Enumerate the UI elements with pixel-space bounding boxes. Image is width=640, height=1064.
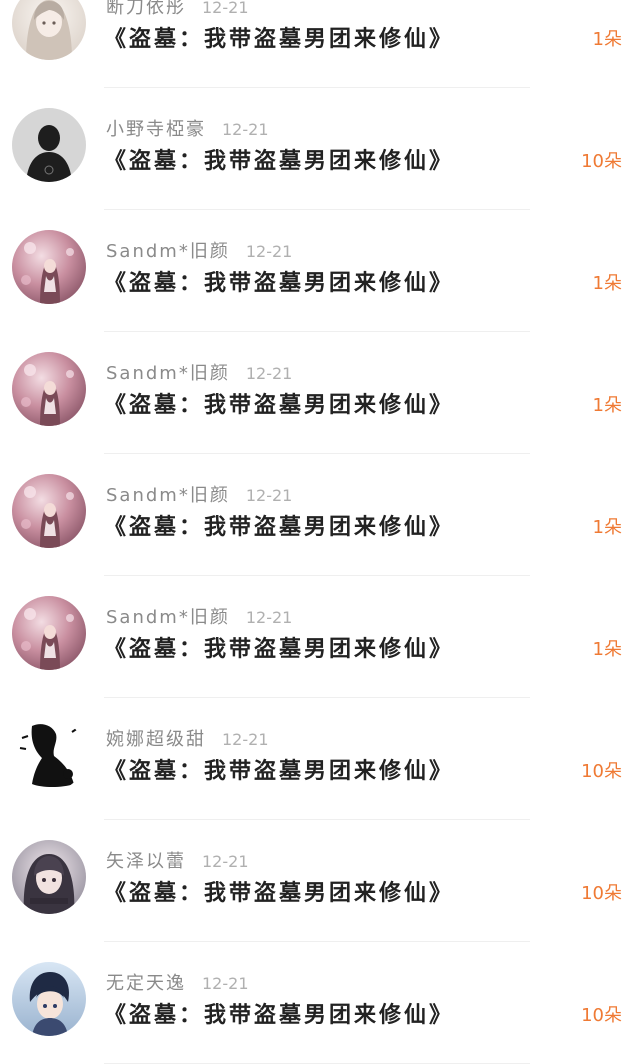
- gift-amount: 1朵: [592, 517, 622, 538]
- book-title[interactable]: 《盗墓：我带盗墓男团来修仙》: [104, 390, 454, 420]
- avatar[interactable]: [12, 718, 86, 792]
- gift-amount: 10朵: [581, 883, 622, 904]
- meta-line: Sandm*旧颜 12-21: [106, 604, 292, 632]
- meta-line: 断刀依彤 12-21: [106, 0, 249, 22]
- meta-line: 矢泽以蕾 12-21: [106, 848, 249, 876]
- gift-amount: 10朵: [581, 761, 622, 782]
- date: 12-21: [222, 120, 269, 139]
- gift-amount: 10朵: [581, 1005, 622, 1026]
- meta-line: 无定天逸 12-21: [106, 970, 249, 998]
- list-item[interactable]: Sandm*旧颜 12-21 《盗墓：我带盗墓男团来修仙》 1朵: [0, 576, 640, 698]
- username[interactable]: Sandm*旧颜: [106, 241, 230, 262]
- meta-line: Sandm*旧颜 12-21: [106, 238, 292, 266]
- list-item[interactable]: 断刀依彤 12-21 《盗墓：我带盗墓男团来修仙》 1朵: [0, 0, 640, 88]
- meta-line: Sandm*旧颜 12-21: [106, 360, 292, 388]
- date: 12-21: [245, 242, 293, 261]
- avatar[interactable]: [12, 962, 86, 1036]
- avatar[interactable]: [12, 230, 86, 304]
- date: 12-21: [245, 486, 293, 505]
- meta-line: 小野寺椏豪 12-21: [106, 116, 269, 144]
- avatar[interactable]: [12, 596, 86, 670]
- gift-amount: 10朵: [581, 151, 622, 172]
- list-item[interactable]: Sandm*旧颜 12-21 《盗墓：我带盗墓男团来修仙》 1朵: [0, 332, 640, 454]
- meta-line: 婉娜超级甜 12-21: [106, 726, 269, 754]
- meta-line: Sandm*旧颜 12-21: [106, 482, 292, 510]
- gift-amount: 1朵: [592, 395, 622, 416]
- list-item[interactable]: Sandm*旧颜 12-21 《盗墓：我带盗墓男团来修仙》 1朵: [0, 210, 640, 332]
- username[interactable]: 无定天逸: [106, 973, 186, 994]
- username[interactable]: 断刀依彤: [106, 0, 186, 18]
- date: 12-21: [245, 364, 293, 383]
- avatar[interactable]: [12, 474, 86, 548]
- username[interactable]: Sandm*旧颜: [106, 607, 230, 628]
- book-title[interactable]: 《盗墓：我带盗墓男团来修仙》: [104, 268, 454, 298]
- avatar[interactable]: [12, 840, 86, 914]
- book-title[interactable]: 《盗墓：我带盗墓男团来修仙》: [104, 756, 454, 786]
- date: 12-21: [222, 730, 269, 749]
- date: 12-21: [202, 974, 249, 993]
- gift-amount: 1朵: [592, 273, 622, 294]
- gift-list: 断刀依彤 12-21 《盗墓：我带盗墓男团来修仙》 1朵 小野寺椏豪 12-21 《…: [0, 0, 640, 1064]
- username[interactable]: 矢泽以蕾: [106, 851, 186, 872]
- gift-amount: 1朵: [592, 639, 622, 660]
- book-title[interactable]: 《盗墓：我带盗墓男团来修仙》: [104, 146, 454, 176]
- date: 12-21: [202, 0, 249, 17]
- book-title[interactable]: 《盗墓：我带盗墓男团来修仙》: [104, 878, 454, 908]
- avatar[interactable]: [12, 0, 86, 60]
- list-item[interactable]: 婉娜超级甜 12-21 《盗墓：我带盗墓男团来修仙》 10朵: [0, 698, 640, 820]
- book-title[interactable]: 《盗墓：我带盗墓男团来修仙》: [104, 634, 454, 664]
- avatar[interactable]: [12, 108, 86, 182]
- username[interactable]: Sandm*旧颜: [106, 485, 230, 506]
- list-item[interactable]: Sandm*旧颜 12-21 《盗墓：我带盗墓男团来修仙》 1朵: [0, 454, 640, 576]
- book-title[interactable]: 《盗墓：我带盗墓男团来修仙》: [104, 24, 454, 54]
- username[interactable]: Sandm*旧颜: [106, 363, 230, 384]
- username[interactable]: 婉娜超级甜: [106, 729, 206, 750]
- avatar[interactable]: [12, 352, 86, 426]
- date: 12-21: [202, 852, 249, 871]
- list-item[interactable]: 无定天逸 12-21 《盗墓：我带盗墓男团来修仙》 10朵: [0, 942, 640, 1064]
- list-item[interactable]: 矢泽以蕾 12-21 《盗墓：我带盗墓男团来修仙》 10朵: [0, 820, 640, 942]
- list-item[interactable]: 小野寺椏豪 12-21 《盗墓：我带盗墓男团来修仙》 10朵: [0, 88, 640, 210]
- book-title[interactable]: 《盗墓：我带盗墓男团来修仙》: [104, 1000, 454, 1030]
- username[interactable]: 小野寺椏豪: [106, 119, 206, 140]
- book-title[interactable]: 《盗墓：我带盗墓男团来修仙》: [104, 512, 454, 542]
- gift-amount: 1朵: [592, 29, 622, 50]
- date: 12-21: [245, 608, 293, 627]
